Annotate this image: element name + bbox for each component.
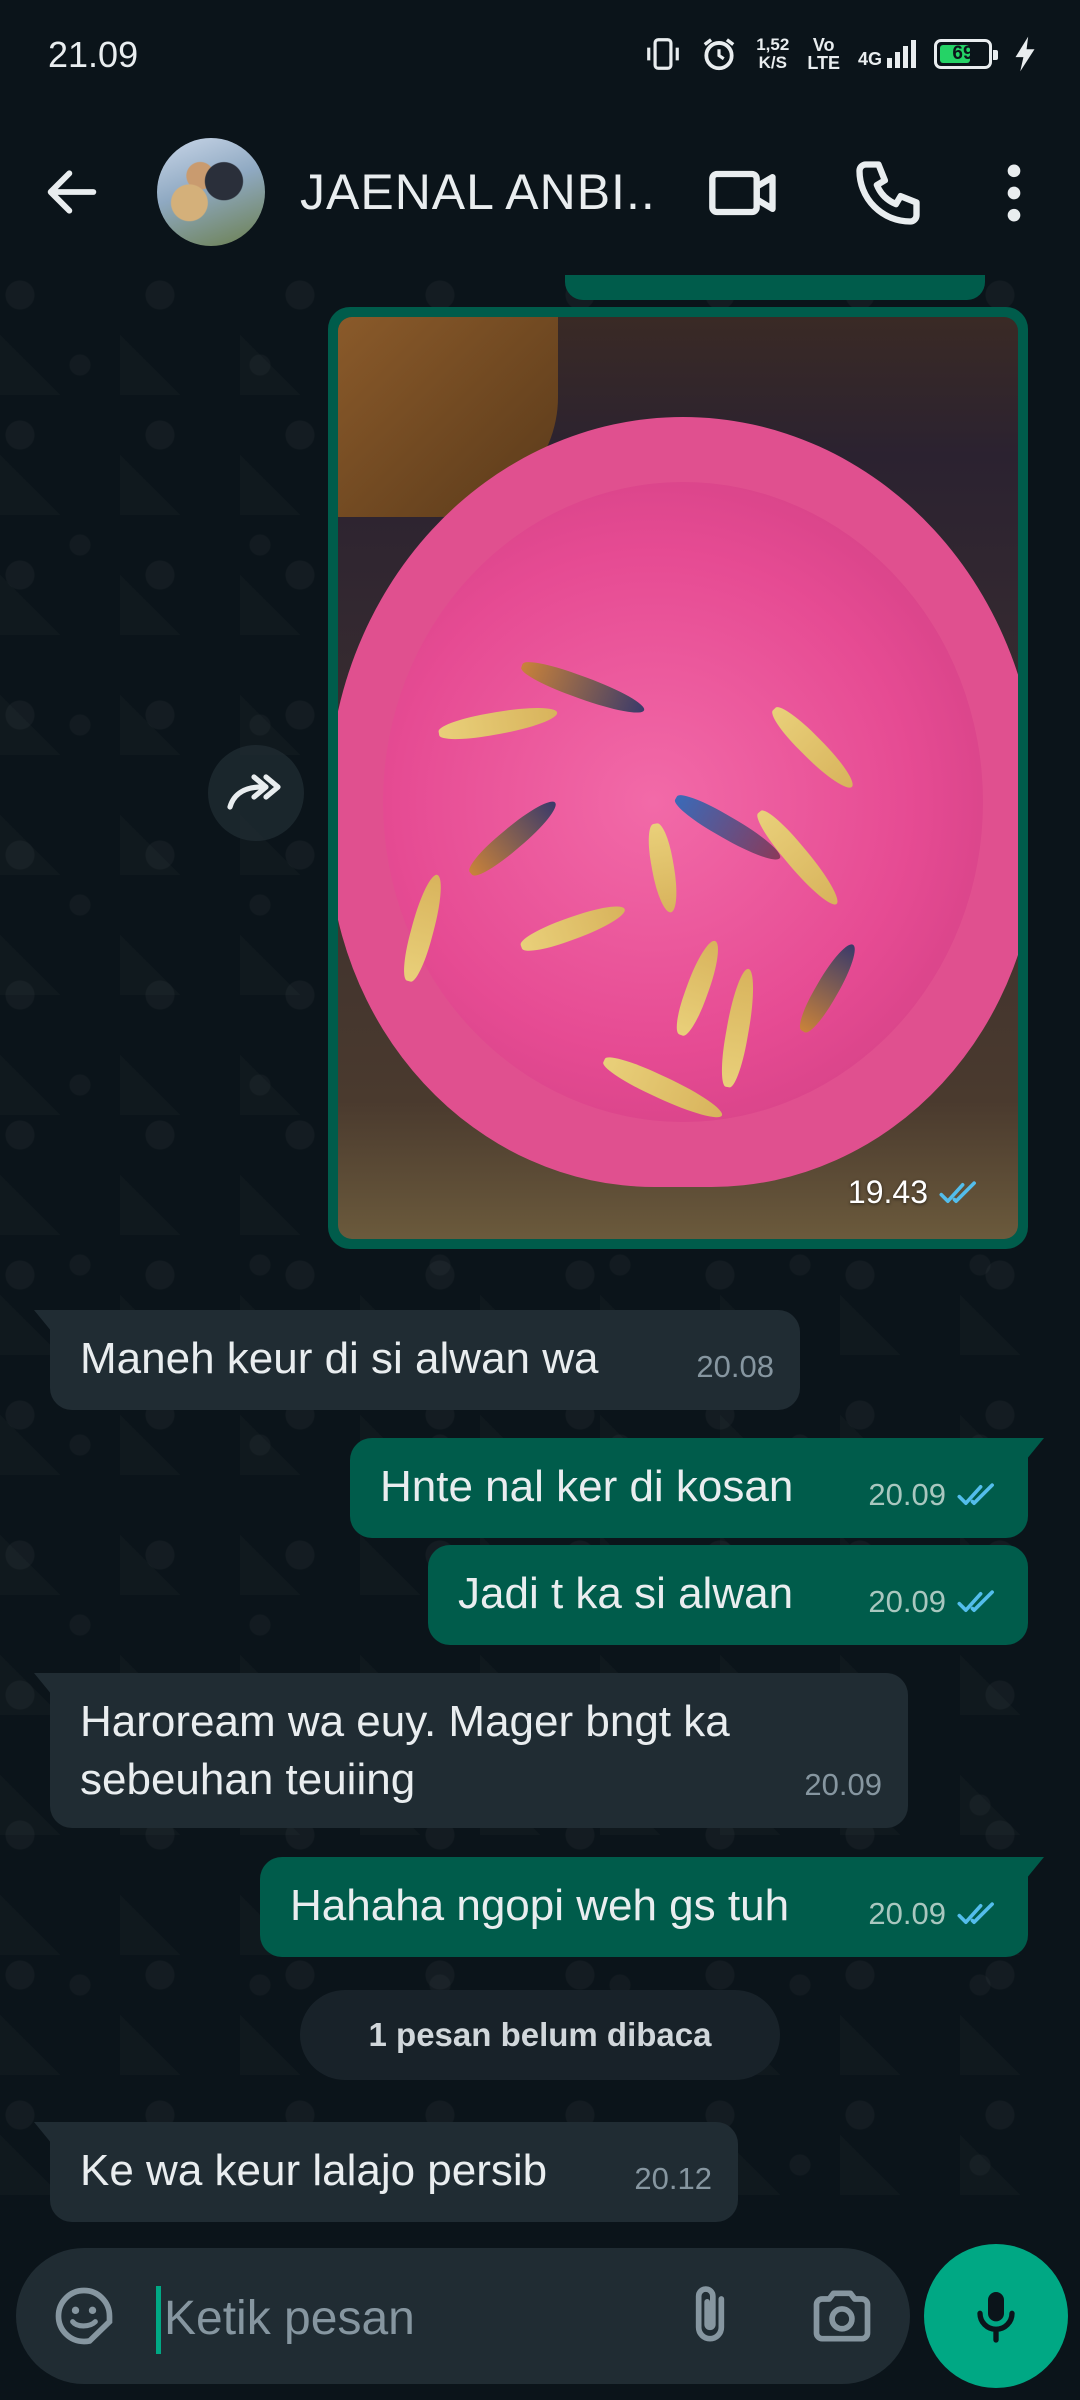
message-time: 19.43 — [847, 1174, 928, 1210]
message-text: Maneh keur di si alwan wa — [80, 1334, 599, 1383]
attach-icon[interactable] — [676, 2282, 744, 2350]
more-vert-icon[interactable] — [976, 155, 1052, 231]
read-ticks-icon — [957, 1902, 994, 1925]
phone-icon[interactable] — [850, 155, 926, 231]
chat-header: JAENAL ANBI... — [0, 105, 1080, 275]
volte-bottom: LTE — [807, 53, 840, 73]
network-type: 4G — [857, 49, 882, 69]
sticker-emoji-icon[interactable] — [50, 2282, 118, 2350]
message-composer — [16, 2248, 910, 2384]
forward-icon — [227, 774, 281, 810]
message-bubble-outgoing[interactable]: Hnte nal ker di kosan 20.09 — [350, 1438, 1044, 1538]
mic-icon — [977, 2292, 1015, 2343]
message-input[interactable] — [164, 2278, 664, 2358]
status-icons: 1,52 K/S Vo LTE 4G 69 — [644, 30, 1040, 78]
message-meta: 20.09 — [868, 1885, 1002, 1943]
message-time: 20.09 — [868, 1896, 946, 1931]
camera-icon[interactable] — [806, 2282, 878, 2350]
read-ticks-icon — [939, 1180, 976, 1203]
unread-messages-banner: 1 pesan belum dibaca — [300, 1990, 780, 2080]
vibrate-icon — [647, 38, 680, 70]
read-ticks-icon — [957, 1483, 994, 1506]
chat-area[interactable]: 19.43 Maneh keur di si alwan wa 20.08 Hn… — [0, 275, 1080, 2235]
message-time: 20.09 — [868, 1584, 946, 1619]
volte-indicator: Vo LTE — [807, 36, 840, 72]
message-bubble-outgoing[interactable]: Jadi t ka si alwan 20.09 — [428, 1545, 1028, 1645]
battery-percent: 69 — [952, 43, 974, 64]
text-caret — [156, 2286, 161, 2354]
message-bubble-incoming[interactable]: Ke wa keur lalajo persib 20.12 — [34, 2122, 738, 2222]
message-text: Hnte nal ker di kosan — [380, 1462, 794, 1511]
charging-icon — [1015, 36, 1035, 72]
image-message[interactable]: 19.43 — [328, 307, 1028, 1249]
read-ticks-icon — [957, 1590, 994, 1613]
status-bar: 21.09 1,52 K/S Vo LTE 4G 69 — [0, 0, 1080, 105]
message-meta: 20.09 — [868, 1466, 1002, 1524]
message-text: Haroream wa euy. Mager bngt ka sebeuhan … — [80, 1697, 730, 1804]
forward-button[interactable] — [208, 745, 304, 841]
status-time: 21.09 — [48, 34, 139, 75]
battery-icon: 69 — [934, 39, 998, 69]
message-meta: 20.09 — [868, 1573, 1002, 1631]
message-text: Ke wa keur lalajo persib — [80, 2146, 548, 2195]
voice-message-button[interactable] — [924, 2244, 1068, 2388]
alarm-icon — [703, 38, 735, 71]
avatar[interactable] — [157, 138, 265, 246]
message-meta: 19.43 — [848, 1174, 984, 1211]
message-time: 20.09 — [868, 1477, 946, 1512]
net-speed: 1,52 K/S — [756, 36, 789, 72]
previous-message-bubble — [565, 275, 985, 300]
message-text: Jadi t ka si alwan — [458, 1569, 794, 1618]
signal-icon: 4G — [858, 40, 916, 68]
net-speed-value: 1,52 — [756, 35, 790, 54]
message-time: 20.08 — [696, 1349, 774, 1384]
back-arrow-icon[interactable] — [40, 160, 104, 224]
message-photo[interactable]: 19.43 — [338, 317, 1018, 1239]
net-speed-unit: K/S — [758, 53, 787, 72]
message-bubble-outgoing[interactable]: Hahaha ngopi weh gs tuh 20.09 — [260, 1857, 1044, 1957]
message-time: 20.09 — [804, 1767, 882, 1802]
message-meta: 20.12 — [634, 2150, 712, 2208]
volte-top: Vo — [812, 35, 835, 55]
message-meta: 20.09 — [804, 1756, 882, 1814]
contact-name[interactable]: JAENAL ANBI... — [300, 163, 660, 221]
message-bubble-incoming[interactable]: Haroream wa euy. Mager bngt ka sebeuhan … — [34, 1673, 908, 1828]
video-call-icon[interactable] — [706, 155, 782, 231]
message-meta: 20.08 — [696, 1338, 774, 1396]
message-text: Hahaha ngopi weh gs tuh — [290, 1881, 790, 1930]
message-time: 20.12 — [634, 2161, 712, 2196]
message-bubble-incoming[interactable]: Maneh keur di si alwan wa 20.08 — [34, 1310, 800, 1410]
